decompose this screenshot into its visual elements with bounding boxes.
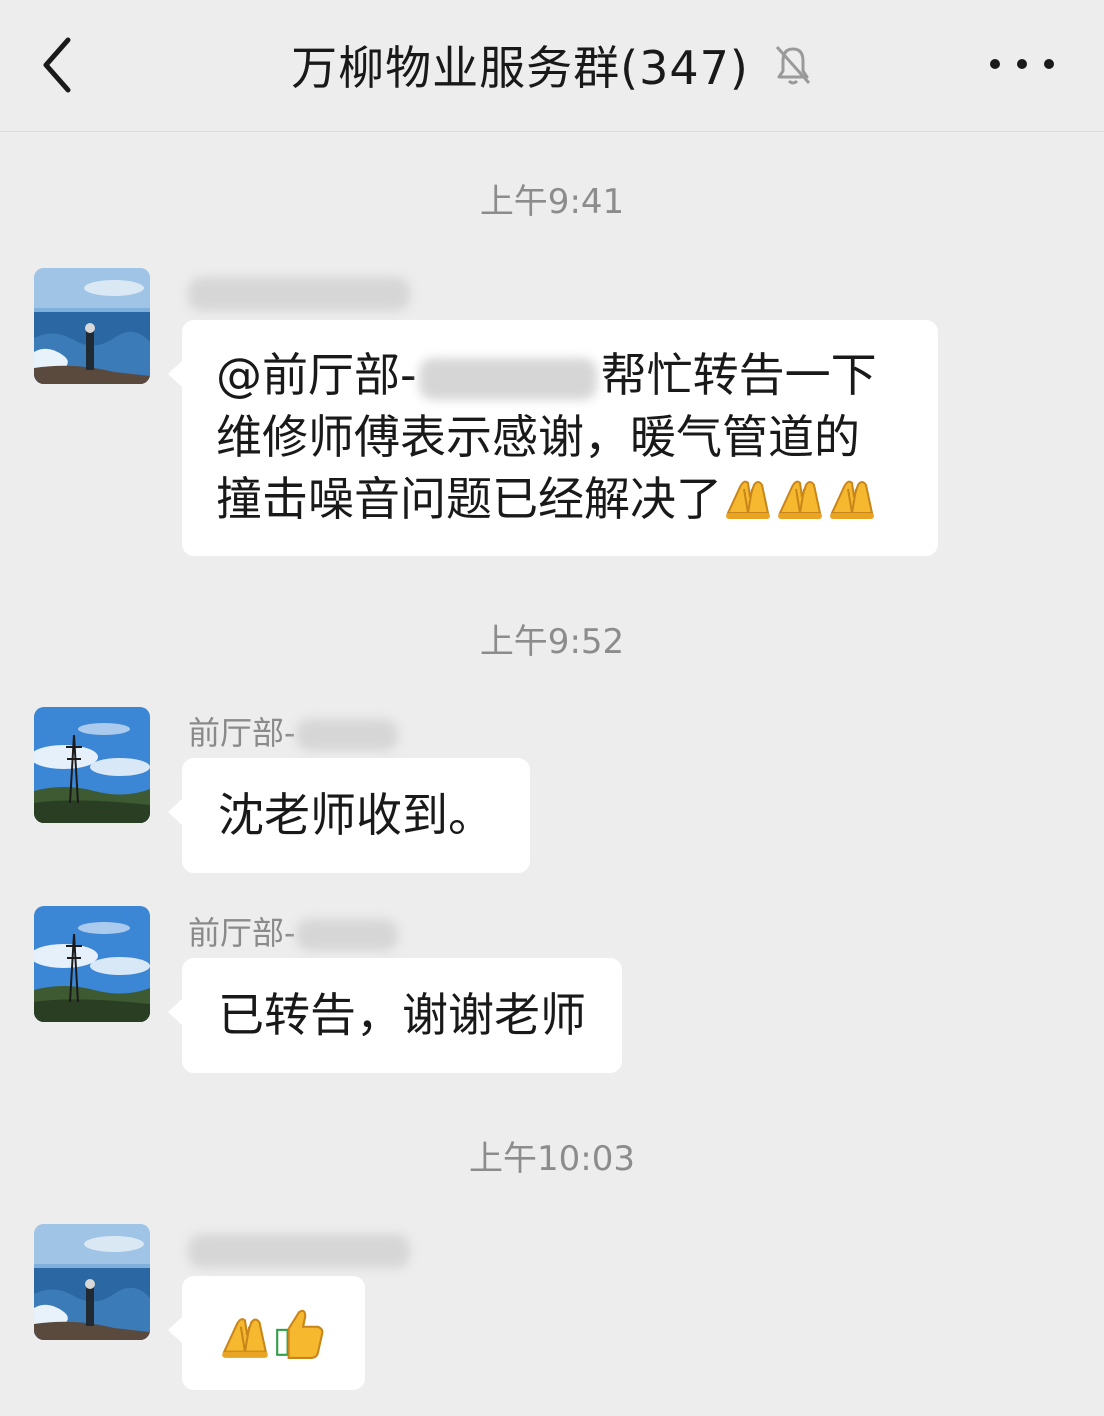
message-text: 帮忙转告一下	[600, 348, 877, 402]
more-dot	[990, 59, 1000, 69]
chat-screen: 万柳物业服务群(347) 上午9:41 @前厅部- 帮忙转告一下 维修师傅表示感谢…	[0, 0, 1104, 1416]
message-text: 沈老师收到。	[218, 788, 494, 842]
power-tower-avatar[interactable]	[34, 707, 150, 823]
more-button[interactable]	[990, 50, 1054, 78]
bell-off-icon	[775, 46, 810, 85]
message-line: @前厅部- 帮忙转告一下	[216, 344, 904, 406]
redacted-name	[295, 919, 398, 951]
message-text: 撞击噪音问题已经解决了	[216, 472, 722, 526]
ocean-rock-avatar[interactable]	[34, 1224, 150, 1340]
message-bubble[interactable]: @前厅部- 帮忙转告一下 维修师傅表示感谢，暖气管道的 撞击噪音问题已经解决了	[168, 320, 938, 556]
mention-prefix: @前厅部-	[216, 348, 417, 402]
message-bubble[interactable]	[168, 1276, 365, 1390]
sender-label: 前厅部-	[188, 914, 296, 952]
sender-name-redacted	[188, 272, 410, 312]
folded-hands-emoji	[826, 469, 878, 521]
sender-name: 前厅部-	[188, 713, 398, 753]
timestamp: 上午10:03	[469, 1139, 635, 1179]
ocean-rock-avatar[interactable]	[34, 268, 150, 384]
sender-name-redacted	[188, 1229, 410, 1269]
title-area: 万柳物业服务群(347)	[0, 0, 1104, 130]
message-bubble[interactable]: 沈老师收到。	[168, 758, 530, 873]
message-bubble[interactable]: 已转告，谢谢老师	[168, 958, 622, 1073]
message-line: 撞击噪音问题已经解决了	[216, 468, 904, 530]
power-tower-avatar[interactable]	[34, 906, 150, 1022]
thumbs-up-emoji	[272, 1306, 326, 1360]
sender-name: 前厅部-	[188, 913, 398, 953]
message-line: 维修师傅表示感谢，暖气管道的	[216, 410, 860, 464]
redacted-name	[295, 719, 398, 751]
chat-header: 万柳物业服务群(347)	[0, 0, 1104, 132]
more-dot	[1017, 59, 1027, 69]
more-dot	[1044, 59, 1054, 69]
folded-hands-emoji	[722, 469, 774, 521]
folded-hands-emoji	[218, 1306, 272, 1360]
folded-hands-emoji	[774, 469, 826, 521]
redacted-name	[188, 277, 410, 311]
sender-label: 前厅部-	[188, 714, 296, 752]
redacted-name	[188, 1234, 410, 1268]
timestamp: 上午9:52	[479, 622, 625, 662]
chat-title: 万柳物业服务群(347)	[291, 41, 749, 95]
timestamp: 上午9:41	[479, 182, 625, 222]
redacted-mention	[418, 357, 597, 400]
message-text: 已转告，谢谢老师	[218, 988, 586, 1042]
